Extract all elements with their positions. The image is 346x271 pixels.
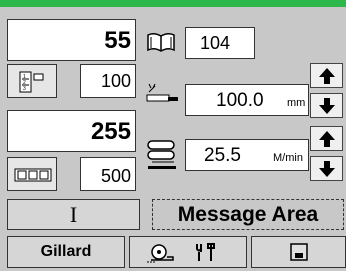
counter1-mode-button[interactable]: 1 2 3 xyxy=(7,64,57,98)
speed-field[interactable]: 25.5 M/min xyxy=(185,139,309,171)
disk-icon xyxy=(289,243,308,261)
cursor-button[interactable]: I xyxy=(7,199,140,230)
counter1-preset-field[interactable]: 100 xyxy=(80,64,136,98)
number-counter-icon xyxy=(14,168,52,182)
speed-icon xyxy=(147,140,176,169)
length-field[interactable]: 100.0 mm xyxy=(185,84,309,116)
message-area-text: Message Area xyxy=(177,202,319,226)
counter1-value: 55 xyxy=(104,27,131,54)
arrow-up-icon xyxy=(318,67,335,84)
length-up-button[interactable] xyxy=(310,63,343,88)
book-icon xyxy=(147,32,175,52)
book-count: 104 xyxy=(200,33,231,53)
cut-length-icon xyxy=(146,83,178,102)
length-value: 100.0 xyxy=(216,90,264,111)
book-count-field[interactable]: 104 xyxy=(185,27,255,59)
counter1-preset: 100 xyxy=(100,71,131,91)
gillard-button[interactable]: Gillard xyxy=(7,236,125,268)
svg-text:3: 3 xyxy=(23,86,26,92)
gillard-label: Gillard xyxy=(40,243,92,260)
speed-down-button[interactable] xyxy=(310,156,343,181)
length-down-button[interactable] xyxy=(310,93,343,118)
counter2-mode-button[interactable] xyxy=(7,157,57,191)
top-status-bar xyxy=(0,0,346,7)
counter2-value-field[interactable]: 255 xyxy=(7,110,136,152)
tools-icon xyxy=(147,243,215,263)
arrow-up-icon xyxy=(318,130,335,147)
speed-up-button[interactable] xyxy=(310,126,343,151)
counter2-value: 255 xyxy=(90,118,131,145)
save-button[interactable] xyxy=(251,236,346,268)
speed-unit: M/min xyxy=(273,152,303,164)
length-unit: mm xyxy=(287,97,306,109)
message-area: Message Area xyxy=(152,199,344,230)
arrow-down-icon xyxy=(318,160,335,177)
counter1-value-field[interactable]: 55 xyxy=(7,19,136,61)
speed-value: 25.5 xyxy=(204,145,241,166)
counter2-preset: 500 xyxy=(100,166,131,186)
arrow-down-icon xyxy=(318,97,335,114)
page-counter-icon: 1 2 3 xyxy=(19,71,44,93)
cursor-label: I xyxy=(69,201,78,227)
tools-button[interactable] xyxy=(129,236,247,268)
counter2-preset-field[interactable]: 500 xyxy=(80,157,136,191)
